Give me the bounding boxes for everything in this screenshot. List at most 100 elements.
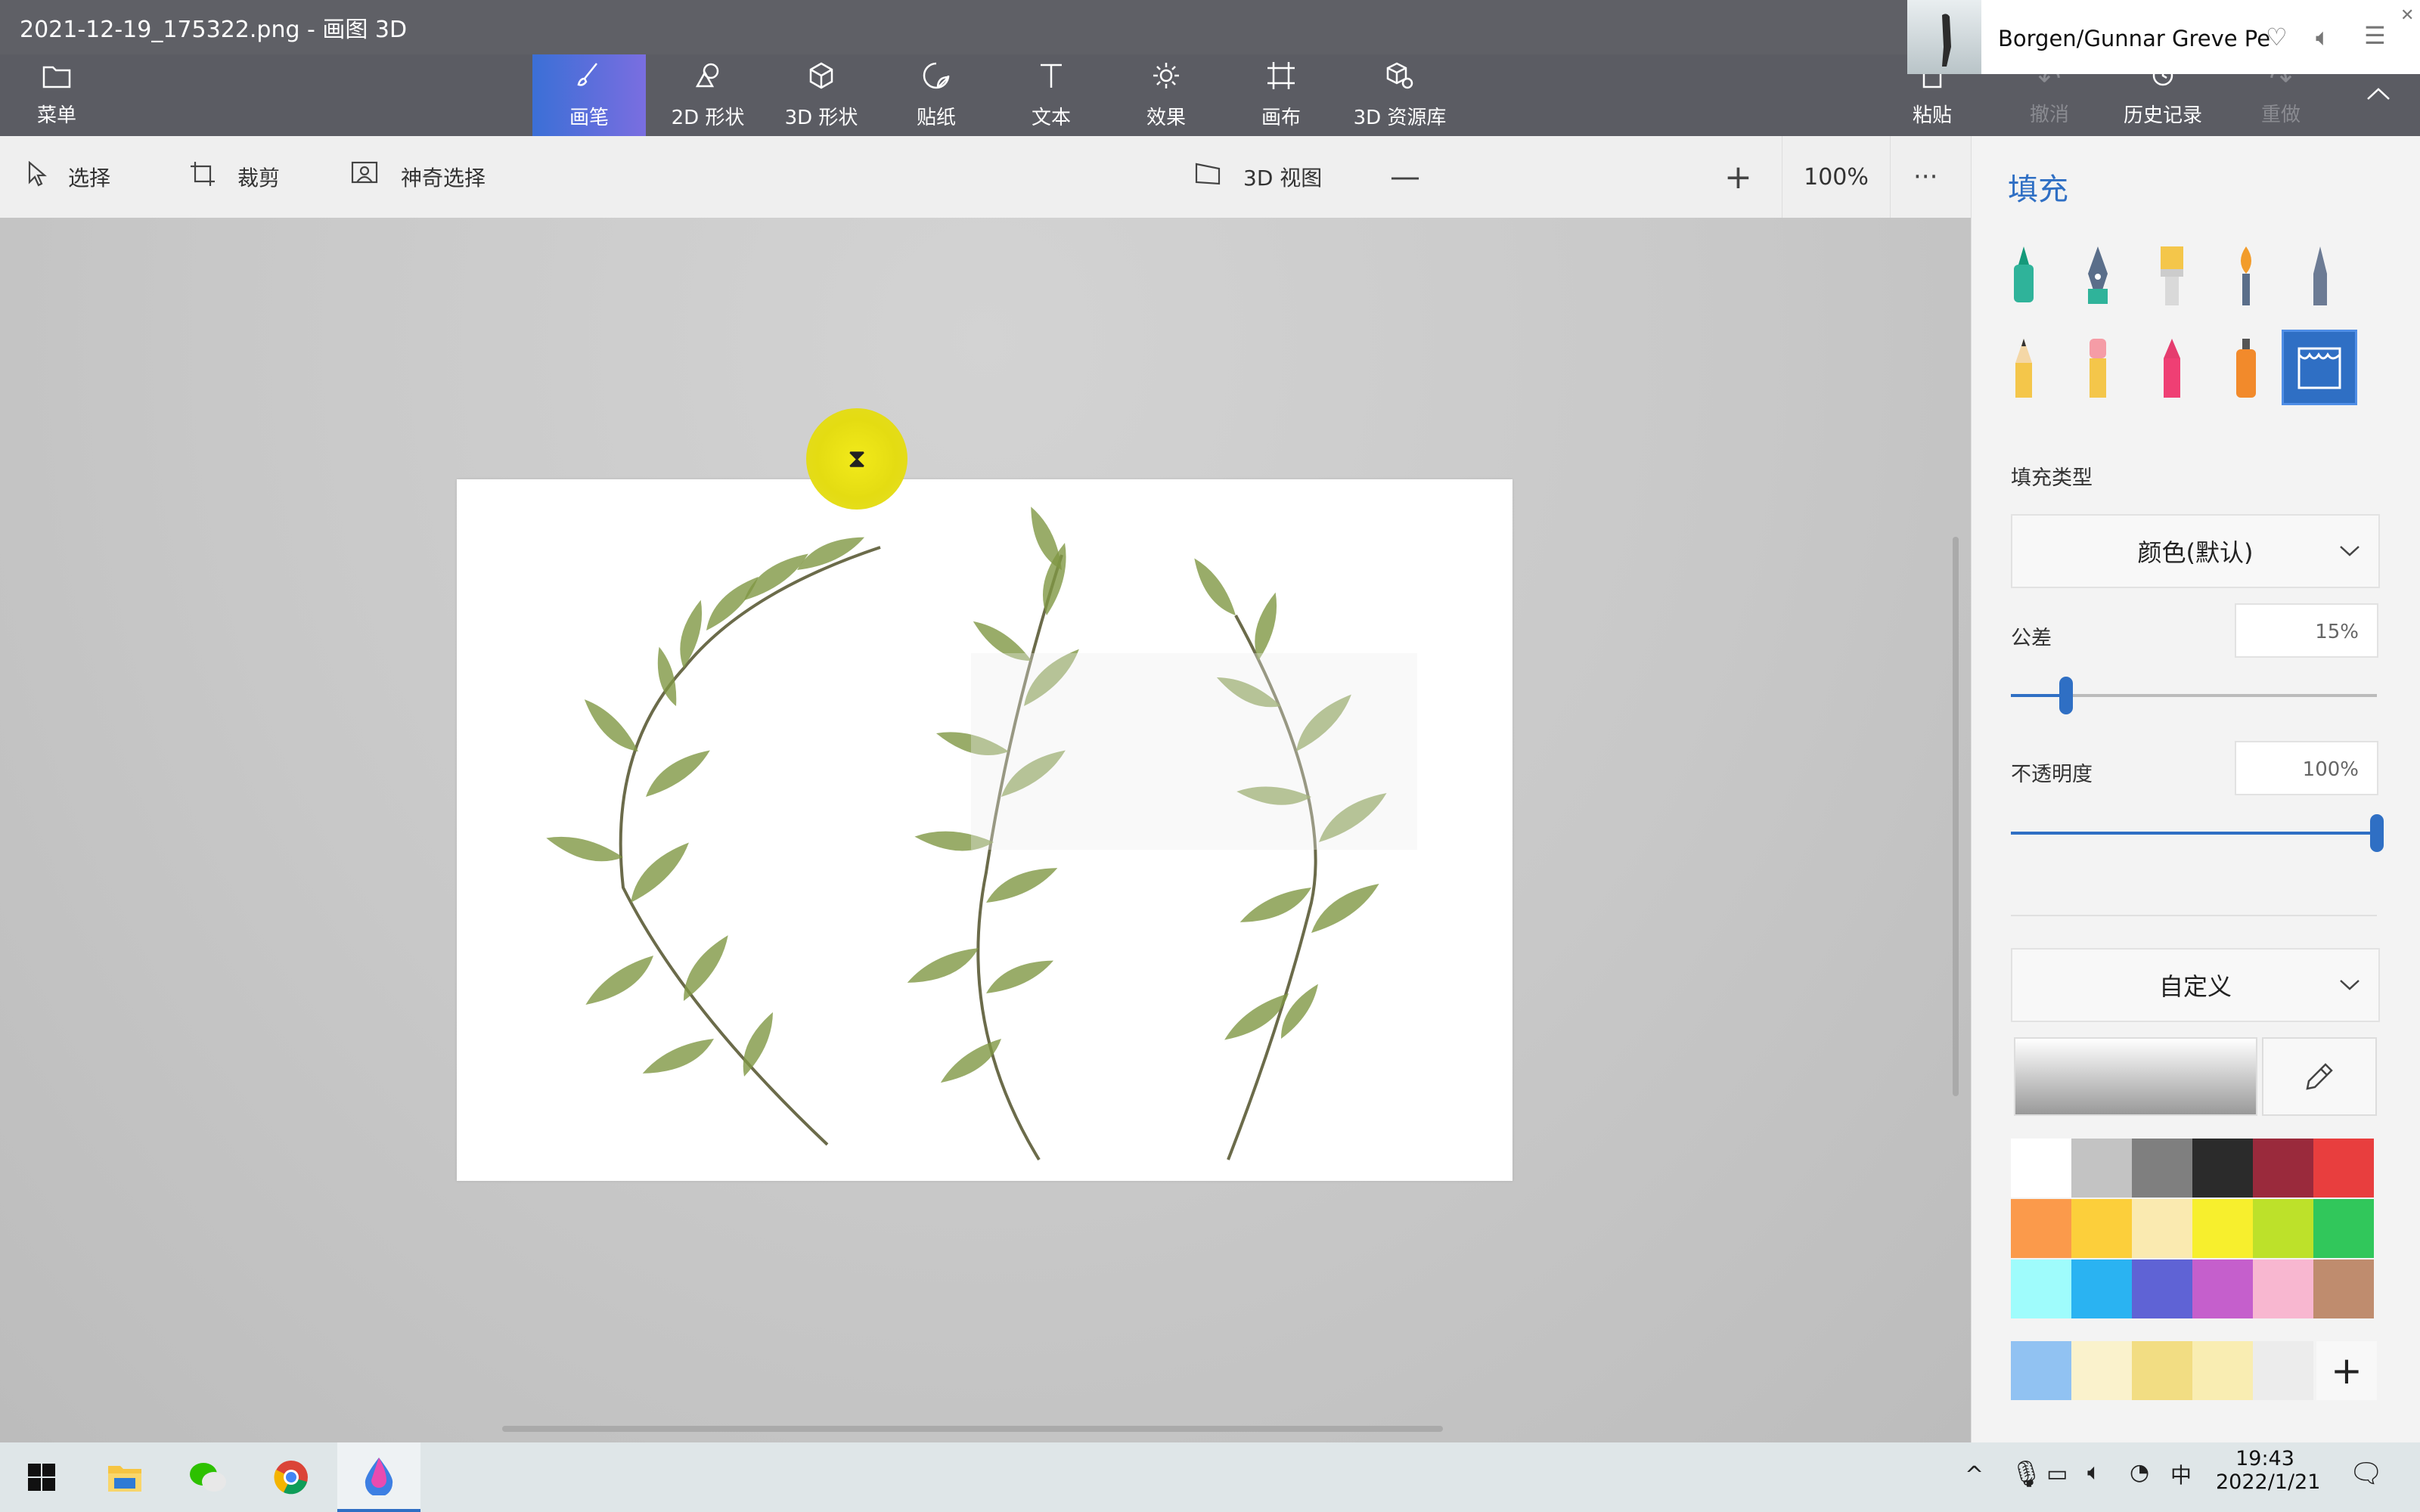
- current-color-swatch[interactable]: [2014, 1037, 2257, 1116]
- palette-swatch[interactable]: [2253, 1259, 2313, 1318]
- palette-swatch[interactable]: [2071, 1139, 2132, 1198]
- fill-type-dropdown[interactable]: 颜色(默认): [2011, 514, 2380, 588]
- tab-label: 画笔: [569, 107, 609, 129]
- notification-icon[interactable]: 🗨︎: [2349, 1458, 2384, 1489]
- tab-brushes[interactable]: 画笔: [532, 54, 646, 136]
- add-color-button[interactable]: +: [2316, 1341, 2377, 1400]
- custom-color-swatch[interactable]: [2071, 1341, 2132, 1400]
- media-notification[interactable]: Borgen/Gunnar Greve Pe ♡ 🔈︎ ☰ ✕: [1907, 0, 2420, 74]
- tab-stickers[interactable]: 贴纸: [883, 54, 989, 136]
- opacity-slider[interactable]: [2011, 814, 2384, 852]
- window-title: 2021-12-19_175322.png - 画图 3D: [20, 17, 408, 43]
- palette-swatch[interactable]: [2253, 1199, 2313, 1258]
- folder-icon: [42, 63, 71, 95]
- color-mode-dropdown[interactable]: 自定义: [2011, 948, 2380, 1022]
- tolerance-slider[interactable]: [2011, 677, 2377, 714]
- opacity-slider-thumb[interactable]: [2370, 814, 2384, 852]
- palette-swatch[interactable]: [2011, 1259, 2071, 1318]
- spray-can-tool[interactable]: [2212, 334, 2280, 402]
- opacity-label: 不透明度: [2011, 763, 2093, 786]
- playlist-icon[interactable]: ☰: [2364, 21, 2386, 50]
- eyedropper-button[interactable]: [2262, 1037, 2377, 1116]
- tab-label: 3D 资源库: [1353, 107, 1447, 129]
- palette-swatch[interactable]: [2313, 1139, 2374, 1198]
- crayon-tool[interactable]: [2138, 334, 2206, 402]
- file-explorer-button[interactable]: [83, 1442, 166, 1512]
- pixel-pen-tool[interactable]: [2286, 242, 2354, 310]
- opacity-slider-track: [2011, 814, 2384, 852]
- watercolor-tool[interactable]: [2212, 242, 2280, 310]
- clock[interactable]: 19:43 2022/1/21: [2216, 1447, 2321, 1494]
- eraser-tool[interactable]: [2064, 334, 2132, 402]
- palette-swatch[interactable]: [2192, 1199, 2253, 1258]
- speaker-icon[interactable]: 🔈︎: [2087, 1459, 2101, 1486]
- custom-color-swatch[interactable]: [2011, 1341, 2071, 1400]
- select-button[interactable]: 选择: [27, 136, 110, 218]
- show-hidden-icons[interactable]: ^: [1965, 1462, 1984, 1489]
- vertical-scrollbar[interactable]: [1953, 537, 1959, 1096]
- brush-icon: [574, 60, 604, 98]
- palette-swatch[interactable]: [2313, 1259, 2374, 1318]
- tab-canvas[interactable]: 画布: [1228, 54, 1334, 136]
- undo-label: 撤消: [2029, 103, 2069, 126]
- tolerance-slider-fill: [2011, 694, 2066, 697]
- battery-icon[interactable]: ▭: [2046, 1461, 2068, 1487]
- tolerance-slider-thumb[interactable]: [2059, 677, 2073, 714]
- horizontal-scrollbar[interactable]: [502, 1426, 1443, 1432]
- zoom-percent[interactable]: 100%: [1782, 136, 1891, 218]
- magic-select-button[interactable]: 神奇选择: [351, 136, 486, 218]
- watercolor-icon: [2241, 246, 2251, 305]
- menu-button[interactable]: 菜单: [23, 54, 91, 136]
- drawing-canvas[interactable]: [457, 479, 1512, 1181]
- tab-2d-shapes[interactable]: 2D 形状: [655, 54, 761, 136]
- tolerance-input[interactable]: 15%: [2235, 603, 2378, 658]
- chrome-icon: [274, 1461, 308, 1495]
- fill-bucket-icon: [2297, 347, 2341, 389]
- input-method-icon[interactable]: 中: [2170, 1459, 2192, 1489]
- palette-swatch[interactable]: [2071, 1259, 2132, 1318]
- custom-color-swatch[interactable]: [2192, 1341, 2253, 1400]
- crop-button[interactable]: 裁剪: [189, 136, 280, 218]
- palette-swatch[interactable]: [2192, 1139, 2253, 1198]
- palette-swatch[interactable]: [2132, 1139, 2192, 1198]
- chrome-button[interactable]: [250, 1442, 333, 1512]
- palette-swatch[interactable]: [2132, 1199, 2192, 1258]
- palette-swatch[interactable]: [2253, 1139, 2313, 1198]
- zoom-in-button[interactable]: +: [1724, 136, 1752, 218]
- palette-swatch[interactable]: [2011, 1199, 2071, 1258]
- microphone-icon[interactable]: 🎙︎: [2010, 1459, 2043, 1489]
- fill-bucket-tool[interactable]: [2282, 330, 2357, 405]
- opacity-input[interactable]: 100%: [2235, 741, 2378, 795]
- palette-swatch[interactable]: [2132, 1259, 2192, 1318]
- more-options-icon[interactable]: ···: [1913, 136, 1938, 218]
- calligraphy-pen-tool[interactable]: [2064, 242, 2132, 310]
- oil-brush-tool[interactable]: [2138, 242, 2206, 310]
- marker-tool[interactable]: [1990, 242, 2058, 310]
- palette-swatch[interactable]: [2071, 1199, 2132, 1258]
- palette-swatch[interactable]: [2313, 1199, 2374, 1258]
- tab-label: 效果: [1146, 107, 1186, 129]
- close-icon[interactable]: ✕: [2400, 6, 2414, 25]
- custom-color-swatch[interactable]: [2132, 1341, 2192, 1400]
- zoom-out-button[interactable]: —: [1390, 136, 1420, 218]
- palette-swatch[interactable]: [2011, 1139, 2071, 1198]
- heart-icon[interactable]: ♡: [2266, 23, 2288, 51]
- menu-label: 菜单: [36, 104, 76, 127]
- spray-can-icon: [2236, 339, 2256, 398]
- network-icon[interactable]: ◔: [2130, 1459, 2149, 1486]
- tab-3d-library[interactable]: 3D 资源库: [1343, 54, 1457, 136]
- tab-3d-shapes[interactable]: 3D 形状: [768, 54, 874, 136]
- palette-swatch[interactable]: [2192, 1259, 2253, 1318]
- custom-color-swatch[interactable]: [2253, 1341, 2313, 1400]
- pencil-tool[interactable]: [1990, 334, 2058, 402]
- tab-effects[interactable]: 效果: [1113, 54, 1219, 136]
- start-button[interactable]: [0, 1442, 83, 1512]
- tab-text[interactable]: 文本: [998, 54, 1104, 136]
- paint-3d-button[interactable]: [337, 1442, 420, 1512]
- 3d-view-button[interactable]: 3D 视图: [1195, 136, 1322, 218]
- folder-icon: [108, 1466, 141, 1492]
- volume-icon[interactable]: 🔈︎: [2316, 23, 2330, 52]
- tab-label: 文本: [1031, 107, 1071, 129]
- clock-date: 2022/1/21: [2216, 1470, 2321, 1494]
- wechat-button[interactable]: [166, 1442, 250, 1512]
